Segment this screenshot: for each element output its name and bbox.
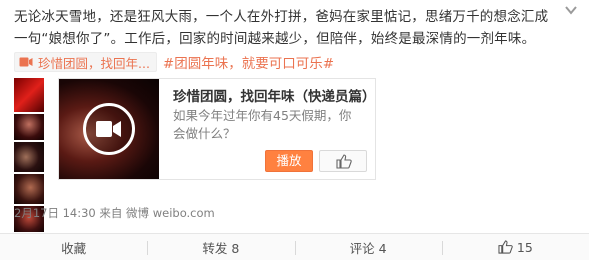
post-source[interactable]: 来自 微博 weibo.com: [99, 206, 214, 220]
post-text: 无论冰天雪地，还是狂风大雨，一个人在外打拼，爸妈在家里惦记，思绪万千的想念汇成一…: [14, 9, 549, 47]
comment-button[interactable]: 评论 4: [294, 234, 442, 260]
thumbs-up-icon: [498, 240, 513, 254]
like-button[interactable]: 15: [441, 234, 589, 260]
favorite-button[interactable]: 收藏: [0, 234, 147, 260]
tag-row: 珍惜团圆，找回年... #团圆年味，就要可口可乐#: [14, 52, 334, 72]
post-timestamp[interactable]: 2月17日 14:30: [14, 206, 96, 220]
video-thumbnail[interactable]: [59, 79, 159, 179]
thumbs-up-icon: [336, 154, 352, 169]
action-bar: 收藏 转发 8 评论 4 15: [0, 233, 589, 260]
video-description: 如果今年过年你有45天假期，你会做什么？: [173, 108, 352, 141]
video-card[interactable]: 珍惜团圆，找回年味（快递员篇） 如果今年过年你有45天假期，你会做什么？ 播放: [58, 78, 376, 180]
video-title[interactable]: 珍惜团圆，找回年味（快递员篇）: [173, 85, 376, 105]
like-count: 15: [516, 239, 533, 255]
play-button[interactable]: 播放: [265, 150, 313, 172]
comment-label: 评论 4: [349, 240, 387, 256]
thumbnail-image[interactable]: [14, 78, 44, 112]
video-icon: [19, 57, 33, 67]
video-tag-chip[interactable]: 珍惜团圆，找回年...: [14, 52, 157, 72]
video-play-icon[interactable]: [83, 103, 135, 155]
card-like-button[interactable]: [319, 150, 367, 172]
post-meta: 2月17日 14:30 来自 微博 weibo.com: [14, 205, 215, 221]
favorite-label: 收藏: [61, 240, 87, 256]
thumbnail-image[interactable]: [14, 142, 44, 172]
video-camera-icon: [96, 121, 121, 137]
repost-label: 转发 8: [202, 240, 240, 256]
thumbnail-image[interactable]: [14, 114, 44, 140]
hashtag-link[interactable]: #团圆年味，就要可口可乐#: [163, 52, 334, 72]
chevron-down-icon[interactable]: [563, 3, 579, 17]
repost-button[interactable]: 转发 8: [147, 234, 294, 260]
video-tag-label: 珍惜团圆，找回年...: [38, 55, 150, 71]
thumbnail-image[interactable]: [14, 174, 44, 204]
